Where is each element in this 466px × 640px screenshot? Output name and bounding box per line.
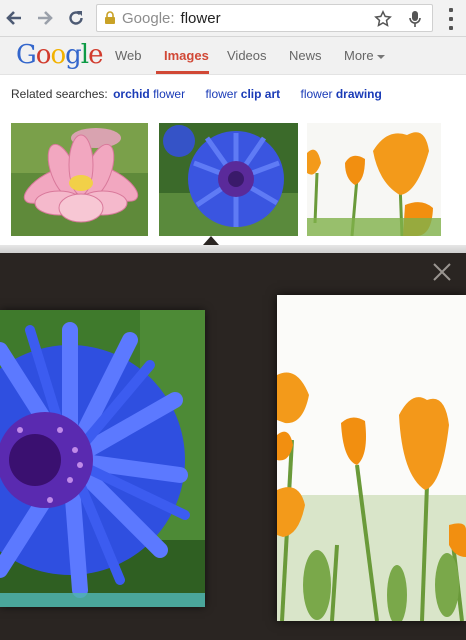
poppies-closeup-image <box>277 295 466 621</box>
thumbnail-lotus[interactable] <box>11 123 148 236</box>
back-arrow-icon <box>6 11 21 25</box>
tab-news[interactable]: News <box>289 48 322 63</box>
forward-button[interactable] <box>33 6 57 30</box>
google-nav-bar: Google Web Images Videos News More <box>0 37 466 75</box>
poppies-image <box>307 123 441 236</box>
close-icon[interactable] <box>433 263 451 281</box>
related-link-orchid-flower[interactable]: orchid flower <box>113 87 185 101</box>
lock-icon <box>105 11 115 24</box>
active-tab-indicator <box>156 71 209 74</box>
cornflower-image <box>159 123 298 236</box>
browser-toolbar: Google: flower <box>0 0 466 37</box>
preview-caption-strip <box>0 593 205 607</box>
star-icon[interactable] <box>374 10 392 28</box>
related-searches: Related searches: orchid flower flower c… <box>11 87 382 101</box>
chevron-down-icon <box>377 54 386 59</box>
lotus-image <box>11 123 148 236</box>
mic-icon[interactable] <box>408 10 422 28</box>
omnibox-host: Google: <box>122 9 175 27</box>
reload-button[interactable] <box>64 6 88 30</box>
back-button[interactable] <box>2 6 26 30</box>
results-shadow <box>0 245 466 253</box>
thumbnail-poppies[interactable] <box>307 123 441 236</box>
tab-web[interactable]: Web <box>115 48 142 63</box>
selected-thumbnail-caret <box>203 236 219 245</box>
reload-icon <box>69 11 83 25</box>
omnibox-query[interactable]: flower <box>181 10 221 27</box>
thumbnail-cornflower[interactable] <box>159 123 298 236</box>
preview-poppies[interactable] <box>277 295 466 621</box>
overflow-menu-icon[interactable] <box>446 8 456 30</box>
omnibox[interactable]: Google: flower <box>96 4 433 32</box>
tab-videos[interactable]: Videos <box>227 48 267 63</box>
related-link-flower-drawing[interactable]: flower drawing <box>300 87 381 101</box>
forward-arrow-icon <box>38 11 53 25</box>
cornflower-closeup-image <box>0 310 205 607</box>
google-logo[interactable]: Google <box>16 40 103 70</box>
related-searches-label: Related searches: <box>11 87 108 101</box>
tab-images[interactable]: Images <box>164 48 209 63</box>
related-link-flower-clip-art[interactable]: flower clip art <box>205 87 280 101</box>
preview-cornflower[interactable] <box>0 310 205 607</box>
tab-more[interactable]: More <box>344 48 386 63</box>
